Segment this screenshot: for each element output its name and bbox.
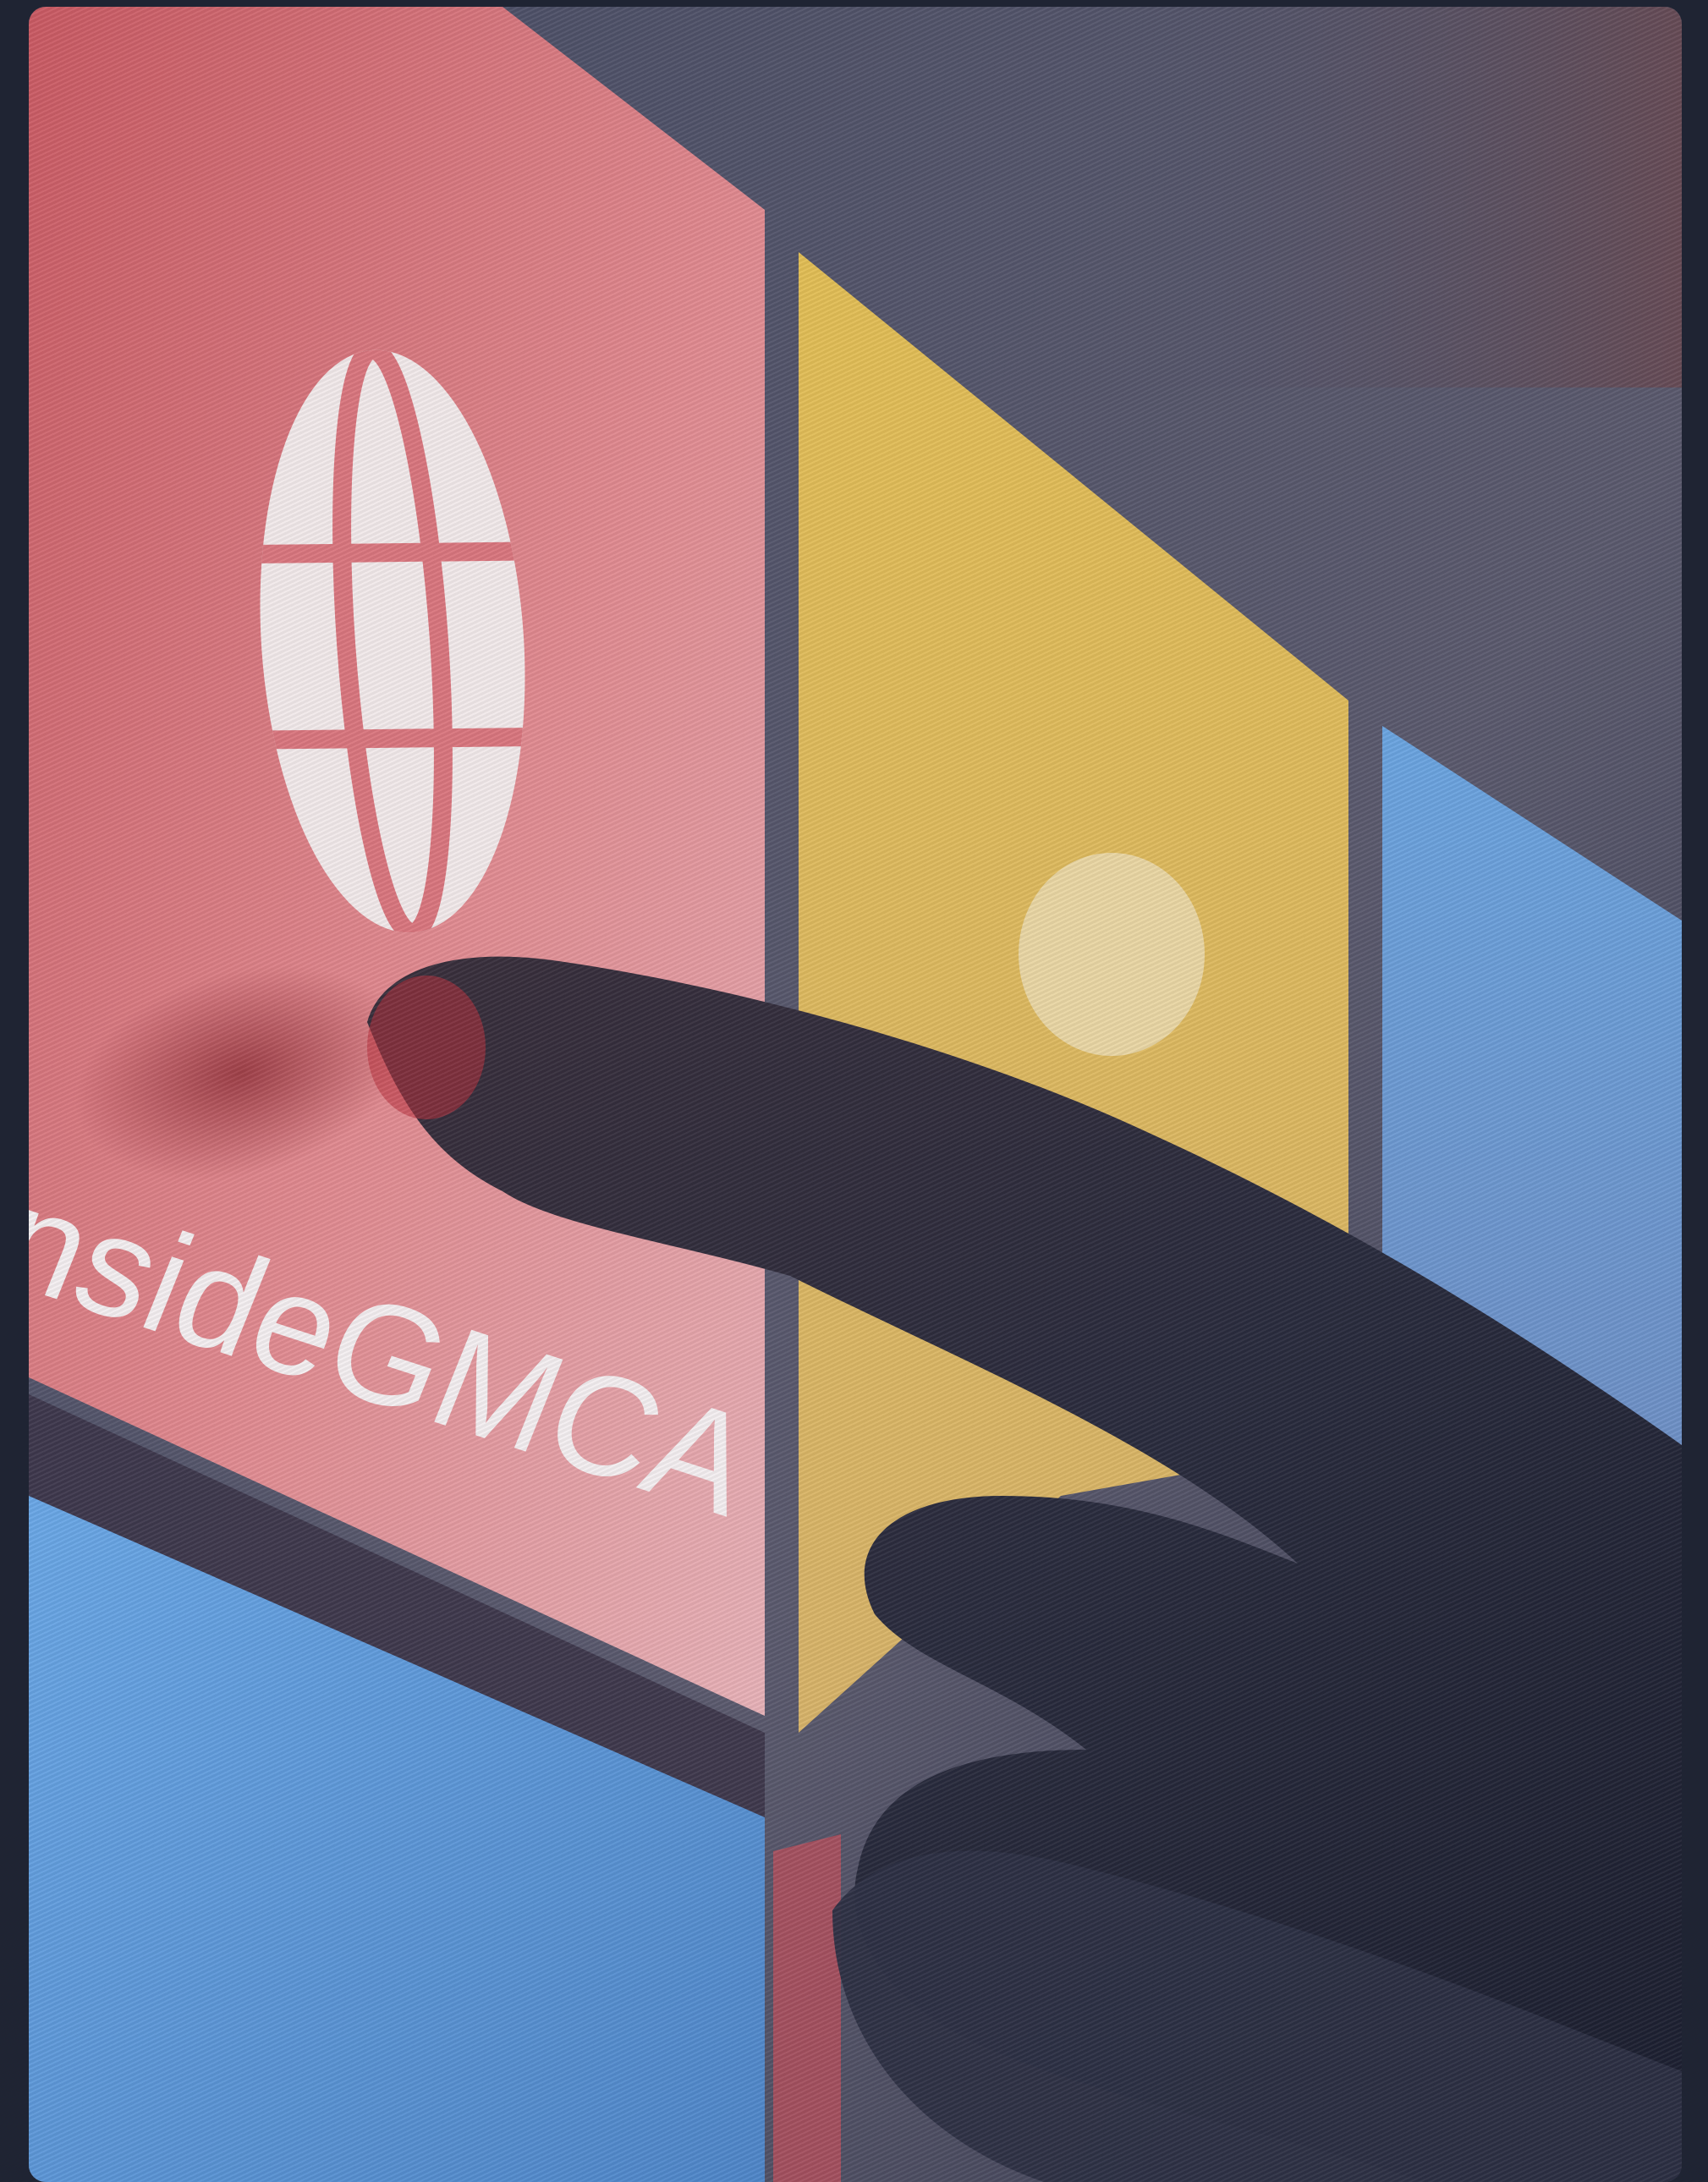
photo-card: InsideGMCA [29, 7, 1682, 2182]
touchscreen-photo: InsideGMCA [29, 7, 1682, 2182]
red-tile-strip [773, 1834, 841, 2182]
top-right-glow [1129, 7, 1682, 387]
page: InsideGMCA [0, 0, 1708, 2182]
fingertip [367, 976, 486, 1119]
blurred-app-icon [1019, 853, 1205, 1056]
